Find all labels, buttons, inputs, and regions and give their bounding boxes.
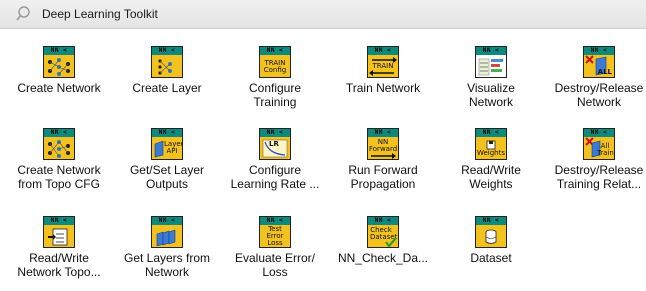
palette-item-read-write-weights[interactable]: Weights Read/WriteWeights [437,116,545,198]
item-label: Get Layers from [123,251,211,265]
item-label: Loss [262,265,288,279]
item-label: Read/Write [461,163,521,177]
item-label: Network Topo... [17,265,101,279]
item-label: Training [253,95,297,109]
item-label: Learning Rate ... [230,177,320,191]
train-config-icon: TRAIN Config [259,46,291,78]
visualize-icon [475,46,507,78]
icon-caption: TRAIN [372,62,394,70]
palette-item-visualize-network[interactable]: VisualizeNetwork [437,34,545,116]
palette-item-configure-learning-rate[interactable]: LR ConfigureLearning Rate ... [221,116,329,198]
palette-item-nn-check-dataset[interactable]: Check Dataset NN_Check_Da... [329,204,437,286]
weights-icon: Weights [475,128,507,160]
palette-item-destroy-release-network[interactable]: ALL Destroy/ReleaseNetwork [545,34,646,116]
error-loss-icon: Test Error Loss [259,216,291,248]
palette-titlebar: Deep Learning Toolkit [0,0,646,29]
destroy-training-icon: All Train [583,128,615,160]
network-nodes-icon [43,46,75,78]
palette-item-train-network[interactable]: TRAIN Train Network [329,34,437,116]
network-from-topo-icon [43,128,75,160]
icon-caption: ALL [597,68,612,76]
item-label: Create Network [17,163,101,177]
item-label: Propagation [350,177,416,191]
palette-item-read-write-network-topo[interactable]: Read/WriteNetwork Topo... [5,204,113,286]
icon-caption: TRAIN Config [263,58,287,74]
item-label: Destroy/Release [554,81,644,95]
item-label: NN_Check_Da... [337,251,429,265]
palette-item-destroy-release-training[interactable]: All Train Destroy/ReleaseTraining Relat.… [545,116,646,198]
item-label: Dataset [470,251,512,265]
topology-file-icon [43,216,75,248]
item-label: Weights [469,177,513,191]
palette-item-get-set-layer-outputs[interactable]: Layer API Get/Set LayerOutputs [113,116,221,198]
item-label: Train Network [345,81,421,95]
item-label: Training Relat... [556,177,642,191]
palette-item-run-forward-propagation[interactable]: NN Forward Run ForwardPropagation [329,116,437,198]
icon-caption: Test Error Loss [266,225,284,247]
check-dataset-icon: Check Dataset [367,216,399,248]
item-label: Create Network [17,81,101,95]
icon-caption: Weights [476,149,506,157]
dataset-icon [475,216,507,248]
item-label: Read/Write [29,251,89,265]
icon-caption: All Train [597,142,614,157]
icon-caption: NN Forward [369,137,398,153]
item-label: Visualize [467,81,515,95]
item-label: Network [144,265,189,279]
palette-item-get-layers-from-network[interactable]: Get Layers fromNetwork [113,204,221,286]
item-label: Evaluate Error/ [234,251,316,265]
layer-nodes-icon [151,46,183,78]
palette-item-create-network-from-topo[interactable]: Create Networkfrom Topo CFG [5,116,113,198]
item-label: Network [576,95,621,109]
item-label: Get/Set Layer [129,163,205,177]
item-label: Outputs [145,177,189,191]
palette-item-dataset[interactable]: Dataset [437,204,545,286]
icon-caption: LR [269,140,279,148]
item-label: Configure [248,163,302,177]
forward-icon: NN Forward [367,128,399,160]
learning-rate-icon: LR [259,128,291,160]
get-layers-icon [151,216,183,248]
item-label: Run Forward [348,163,418,177]
palette-item-configure-training[interactable]: TRAIN Config ConfigureTraining [221,34,329,116]
item-label: Configure [248,81,302,95]
palette-item-evaluate-error-loss[interactable]: Test Error Loss Evaluate Error/Loss [221,204,329,286]
palette-item-create-layer[interactable]: Create Layer [113,34,221,116]
item-label: from Topo CFG [18,177,100,191]
icon-caption: Layer API [164,140,183,155]
palette-item-create-network[interactable]: Create Network [5,34,113,116]
palette-grid: Create Network Create Layer TRAIN Config… [0,34,646,291]
item-label: Network [468,95,513,109]
item-label: Create Layer [132,81,202,95]
palette-title: Deep Learning Toolkit [42,7,158,21]
pin-icon[interactable] [14,5,32,23]
destroy-network-icon: ALL [583,46,615,78]
train-network-icon: TRAIN [367,46,399,78]
layer-api-icon: Layer API [151,128,183,160]
item-label: Destroy/Release [554,163,644,177]
